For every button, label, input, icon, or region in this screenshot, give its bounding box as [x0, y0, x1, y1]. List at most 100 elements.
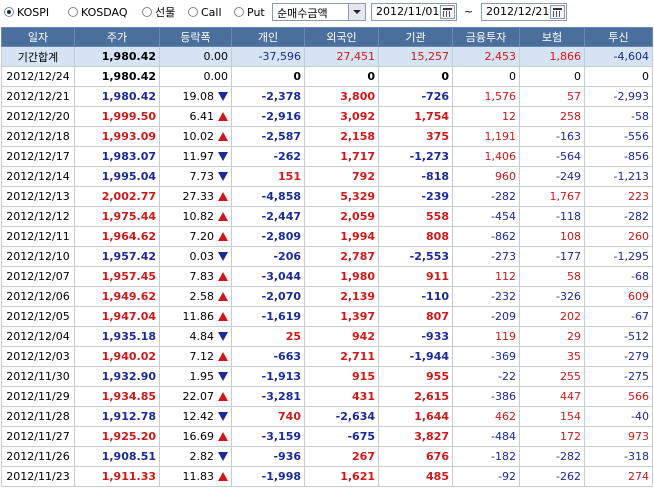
- row-change-value: 12.42: [182, 410, 215, 423]
- col-trust[interactable]: 투신: [584, 27, 653, 47]
- radio-call-label: Call: [201, 5, 222, 19]
- table-row[interactable]: 2012/12/12 1,975.44 10.82 -2,447 2,059 558 -45…: [1, 206, 653, 227]
- radio-futures-dot[interactable]: [142, 7, 152, 17]
- row-change-value: 2.82: [189, 450, 215, 463]
- row-fin-invest: 112: [452, 266, 520, 287]
- date-from-field[interactable]: 2012/11/01: [371, 3, 457, 21]
- row-date: 2012/12/03: [1, 346, 75, 367]
- row-change-value: 7.83: [189, 270, 215, 283]
- summary-insurance: 1,866: [519, 46, 585, 67]
- table-row[interactable]: 2012/12/04 1,935.18 4.84 25 942 -933 119 29 -512: [1, 326, 653, 347]
- summary-row[interactable]: 기간합계 1,980.42 0.00 -37,596 27,451 15,257…: [1, 46, 653, 67]
- table-row[interactable]: 2012/11/29 1,934.85 22.07 -3,281 431 2,615 -38…: [1, 386, 653, 407]
- col-institution[interactable]: 기관: [378, 27, 453, 47]
- calendar-icon[interactable]: [550, 5, 565, 19]
- col-fin-invest[interactable]: 금융투자: [452, 27, 520, 47]
- table-row[interactable]: 2012/11/26 1,908.51 2.82 -936 267 676 -182 -282…: [1, 446, 653, 467]
- row-individual: -2,378: [231, 86, 305, 107]
- row-date: 2012/12/04: [1, 326, 75, 347]
- row-insurance: 172: [519, 426, 585, 447]
- row-fin-invest: -369: [452, 346, 520, 367]
- radio-put[interactable]: Put: [234, 4, 265, 20]
- row-change: 0.00: [159, 66, 232, 87]
- radio-futures-label: 선물: [155, 6, 176, 19]
- row-trust: -68: [584, 266, 653, 287]
- row-foreign: -675: [304, 426, 379, 447]
- row-foreign: 792: [304, 166, 379, 187]
- table-row[interactable]: 2012/12/13 2,002.77 27.33 -4,858 5,329 -239 -2…: [1, 186, 653, 207]
- row-trust: -1,213: [584, 166, 653, 187]
- row-change-value: 7.12: [189, 350, 215, 363]
- row-foreign: 2,711: [304, 346, 379, 367]
- table-row[interactable]: 2012/12/20 1,999.50 6.41 -2,916 3,092 1,754 12…: [1, 106, 653, 127]
- row-individual: -2,447: [231, 206, 305, 227]
- radio-call[interactable]: Call: [188, 4, 222, 20]
- row-institution: -1,273: [378, 146, 453, 167]
- triangle-up-icon: [218, 192, 228, 201]
- row-price: 1,964.62: [74, 226, 160, 247]
- metric-select[interactable]: 순매수금액: [272, 3, 366, 21]
- table-row[interactable]: 2012/12/10 1,957.42 0.03 -206 2,787 -2,553 -27…: [1, 246, 653, 267]
- table-row[interactable]: 2012/12/18 1,993.09 10.02 -2,587 2,158 375 1,1…: [1, 126, 653, 147]
- col-foreign[interactable]: 외국인: [304, 27, 379, 47]
- table-row[interactable]: 2012/11/23 1,911.33 11.83 -1,998 1,621 485 -92…: [1, 466, 653, 487]
- row-individual: 0: [231, 66, 305, 87]
- radio-call-dot[interactable]: [188, 7, 198, 17]
- row-date: 2012/12/06: [1, 286, 75, 307]
- triangle-down-icon: [218, 152, 228, 161]
- row-institution: 0: [378, 66, 453, 87]
- radio-put-dot[interactable]: [234, 7, 244, 17]
- row-change-value: 7.73: [189, 170, 215, 183]
- row-institution: 911: [378, 266, 453, 287]
- calendar-icon[interactable]: [440, 5, 455, 19]
- table-row[interactable]: 2012/12/24 1,980.42 0.00 0 0 0 0 0 0: [1, 66, 653, 87]
- row-fin-invest: -282: [452, 186, 520, 207]
- row-individual: -3,281: [231, 386, 305, 407]
- row-change: 27.33: [159, 186, 232, 207]
- radio-kospi[interactable]: KOSPI: [4, 4, 49, 20]
- table-row[interactable]: 2012/11/27 1,925.20 16.69 -3,159 -675 3,827 -4…: [1, 426, 653, 447]
- table-row[interactable]: 2012/11/30 1,932.90 1.95 -1,913 915 955 -22 255…: [1, 366, 653, 387]
- radio-kosdaq[interactable]: KOSDAQ: [68, 4, 128, 20]
- row-foreign: 0: [304, 66, 379, 87]
- table-row[interactable]: 2012/12/06 1,949.62 2.58 -2,070 2,139 -110 -23…: [1, 286, 653, 307]
- row-insurance: 108: [519, 226, 585, 247]
- col-price[interactable]: 주가: [74, 27, 160, 47]
- row-foreign: 2,139: [304, 286, 379, 307]
- row-change-value: 6.41: [189, 110, 215, 123]
- table-row[interactable]: 2012/12/21 1,980.42 19.08 -2,378 3,800 -726 1,…: [1, 86, 653, 107]
- chevron-down-icon[interactable]: [348, 4, 365, 20]
- row-individual: -936: [231, 446, 305, 467]
- row-price: 1,935.18: [74, 326, 160, 347]
- table-row[interactable]: 2012/12/17 1,983.07 11.97 -262 1,717 -1,273 1,…: [1, 146, 653, 167]
- row-change: 4.84: [159, 326, 232, 347]
- row-institution: -110: [378, 286, 453, 307]
- date-to-field[interactable]: 2012/12/21: [481, 3, 567, 21]
- col-change[interactable]: 등락폭: [159, 27, 232, 47]
- row-trust: 0: [584, 66, 653, 87]
- radio-kosdaq-dot[interactable]: [68, 7, 78, 17]
- table-row[interactable]: 2012/12/11 1,964.62 7.20 -2,809 1,994 808 -862…: [1, 226, 653, 247]
- row-change: 22.07: [159, 386, 232, 407]
- row-individual: 151: [231, 166, 305, 187]
- triangle-up-icon: [218, 312, 228, 321]
- row-trust: -2,993: [584, 86, 653, 107]
- row-foreign: 1,397: [304, 306, 379, 327]
- table-row[interactable]: 2012/11/28 1,912.78 12.42 740 -2,634 1,644 462…: [1, 406, 653, 427]
- radio-futures[interactable]: 선물: [142, 4, 175, 20]
- row-insurance: -564: [519, 146, 585, 167]
- table-row[interactable]: 2012/12/07 1,957.45 7.83 -3,044 1,980 911 112 5…: [1, 266, 653, 287]
- table-row[interactable]: 2012/12/14 1,995.04 7.73 151 792 -818 960 -249-…: [1, 166, 653, 187]
- col-date[interactable]: 일자: [1, 27, 75, 47]
- row-individual: -3,159: [231, 426, 305, 447]
- row-price: 1,999.50: [74, 106, 160, 127]
- radio-kospi-dot[interactable]: [4, 7, 14, 17]
- table-row[interactable]: 2012/12/03 1,940.02 7.12 -663 2,711 -1,944 -36…: [1, 346, 653, 367]
- col-insurance[interactable]: 보험: [519, 27, 585, 47]
- summary-fin-invest: 2,453: [452, 46, 520, 67]
- row-trust: 223: [584, 186, 653, 207]
- row-change-value: 4.84: [189, 330, 215, 343]
- col-individual[interactable]: 개인: [231, 27, 305, 47]
- table-row[interactable]: 2012/12/05 1,947.04 11.86 -1,619 1,397 807 -20…: [1, 306, 653, 327]
- row-price: 1,980.42: [74, 86, 160, 107]
